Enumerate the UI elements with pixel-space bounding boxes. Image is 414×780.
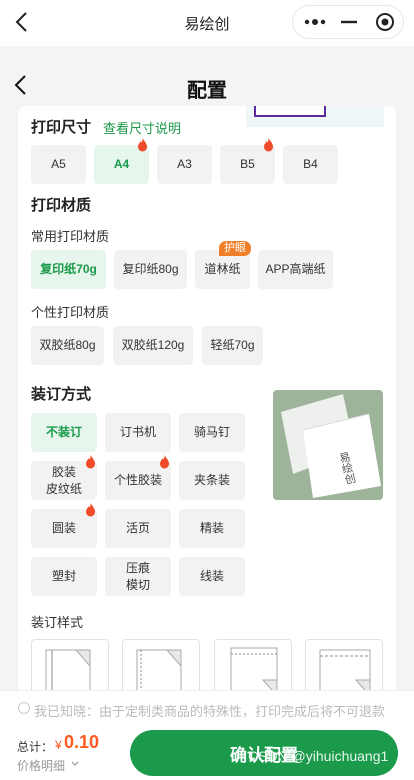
- binding-option[interactable]: 线装: [179, 557, 245, 596]
- binding-style-card[interactable]: [31, 639, 109, 696]
- mini-program-navbar: 易绘创: [0, 0, 414, 46]
- total-price: 0.10: [64, 732, 100, 752]
- binding-style-card[interactable]: [122, 639, 200, 696]
- hot-flame-icon: [86, 455, 95, 469]
- size-help-link[interactable]: 查看尺寸说明: [103, 118, 181, 137]
- page-header: 配置: [0, 60, 414, 106]
- hot-flame-icon: [160, 455, 169, 469]
- binding-option-selected[interactable]: 不装订: [31, 413, 97, 452]
- custom-material-option[interactable]: 双胶纸80g: [31, 326, 104, 365]
- custom-material-option[interactable]: 轻纸70g: [202, 326, 263, 365]
- binding-title: 装订方式: [31, 386, 92, 403]
- total-label: 总计：: [17, 740, 54, 754]
- print-size-title: 打印尺寸: [31, 119, 92, 136]
- more-dots-icon[interactable]: [301, 11, 329, 33]
- binding-option[interactable]: 订书机: [105, 413, 171, 452]
- material-option[interactable]: 复印纸80g: [114, 250, 187, 289]
- binding-option[interactable]: 活页: [105, 509, 171, 548]
- minimize-icon[interactable]: [338, 11, 360, 33]
- custom-material-option[interactable]: 双胶纸120g: [113, 326, 193, 365]
- config-panel: 打印尺寸 查看尺寸说明 A5 A4 A3 B5 B4 打印材质 常用打印材质 复…: [18, 106, 396, 696]
- binding-option[interactable]: 精装: [179, 509, 245, 548]
- watermark: CSDN @yihuichuang1: [248, 748, 389, 764]
- material-option[interactable]: APP高端纸: [258, 250, 333, 289]
- price-detail-link[interactable]: 价格明细: [17, 757, 65, 774]
- binding-sample-image: 易绘创: [273, 390, 383, 500]
- binding-option[interactable]: 夹条装: [179, 461, 245, 500]
- binding-style-card[interactable]: [305, 639, 383, 696]
- bottom-bar: 总计： ¥ 0.10 价格明细 确认配置 CSDN @yihuichuang1: [0, 726, 414, 780]
- hot-flame-icon: [86, 503, 95, 517]
- hot-flame-icon: [264, 138, 273, 152]
- size-option[interactable]: A3: [157, 145, 212, 184]
- binding-style-card[interactable]: [214, 639, 292, 696]
- binding-option[interactable]: 塑封: [31, 557, 97, 596]
- size-option[interactable]: A5: [31, 145, 86, 184]
- custom-material-title: 个性打印材质: [31, 305, 110, 320]
- size-option[interactable]: B4: [283, 145, 338, 184]
- preview-image: [246, 106, 384, 127]
- material-option-selected[interactable]: 复印纸70g: [31, 250, 106, 289]
- agree-radio[interactable]: [18, 702, 30, 714]
- binding-option[interactable]: 压痕 模切: [105, 557, 171, 596]
- page-title: 配置: [187, 80, 227, 102]
- currency-symbol: ¥: [55, 738, 62, 752]
- chevron-down-icon[interactable]: [70, 759, 80, 769]
- print-material-title: 打印材质: [31, 197, 92, 214]
- hot-flame-icon: [138, 138, 147, 152]
- binding-option[interactable]: 骑马钉: [179, 413, 245, 452]
- target-close-icon[interactable]: [374, 11, 396, 33]
- common-material-title: 常用打印材质: [31, 229, 110, 244]
- refund-notice-text: 我已知晓：由于定制类商品的特殊性，打印完成后将不可退款: [34, 704, 386, 719]
- eye-care-badge: 护眼: [219, 241, 251, 256]
- refund-notice: 我已知晓：由于定制类商品的特殊性，打印完成后将不可退款: [0, 690, 414, 726]
- capsule-menu: [292, 5, 404, 39]
- binding-style-title: 装订样式: [31, 615, 84, 630]
